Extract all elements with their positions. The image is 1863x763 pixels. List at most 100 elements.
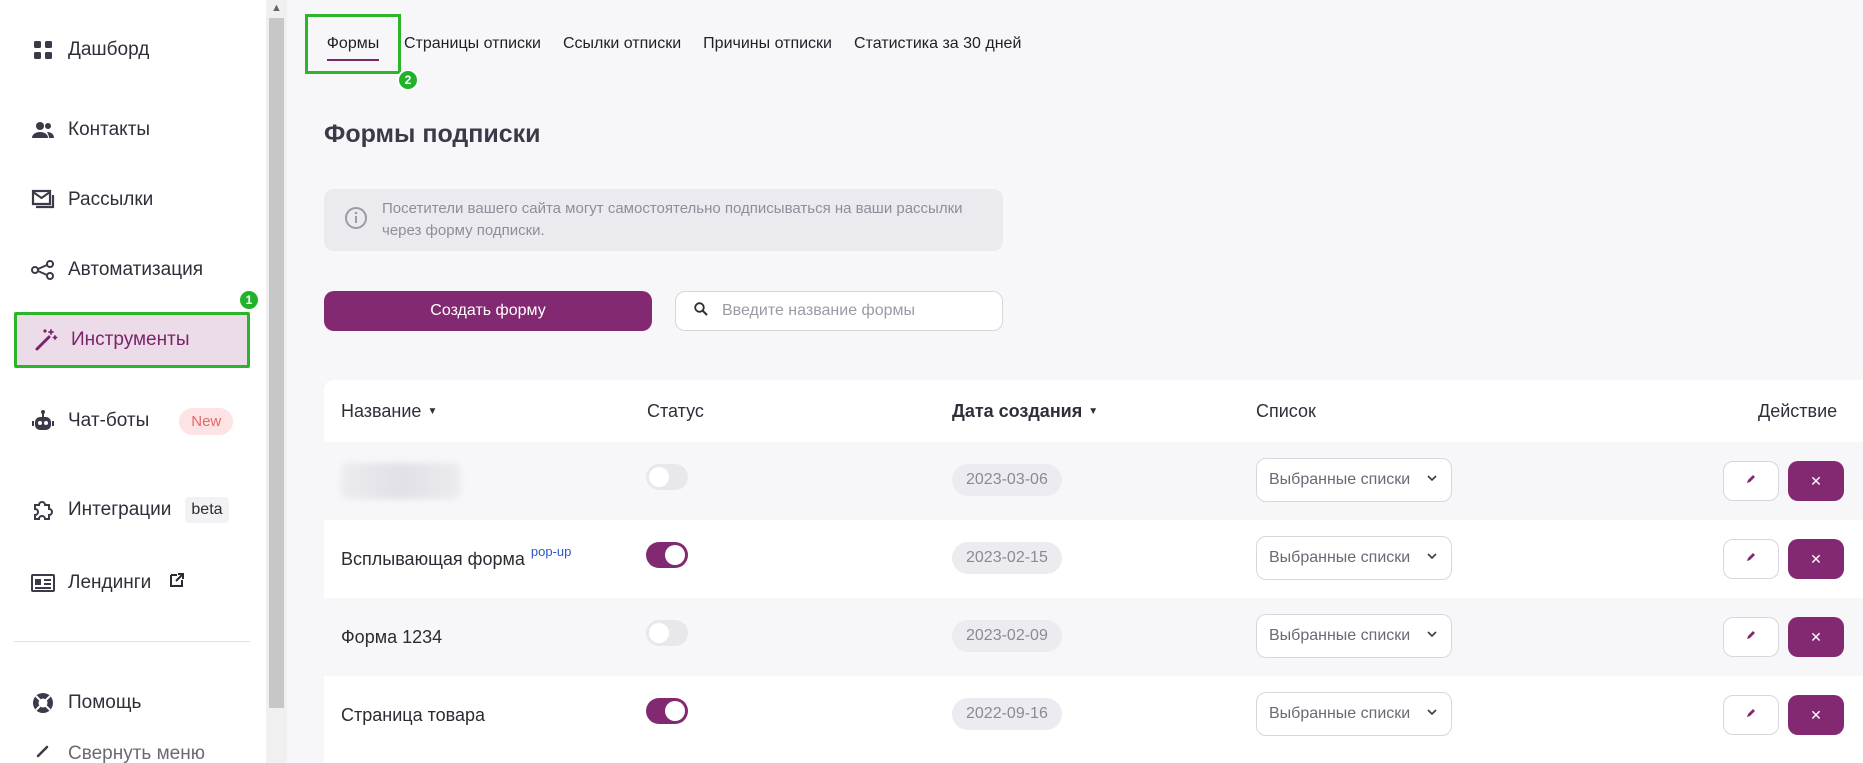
tab-statistics[interactable]: Статистика за 30 дней	[854, 35, 1021, 53]
form-name[interactable]: Всплывающая форма	[341, 549, 525, 570]
pencil-icon	[1745, 472, 1757, 490]
sidebar-item-label: Автоматизация	[68, 259, 203, 280]
column-header-created[interactable]: Дата создания ▼	[952, 380, 1098, 442]
tab-unsubscribe-reasons[interactable]: Причины отписки	[703, 35, 832, 53]
sidebar-item-integrations[interactable]: Интеграции beta	[14, 482, 250, 538]
form-name-cell: Страница товара	[341, 676, 485, 754]
search-input[interactable]	[722, 302, 992, 320]
sidebar-item-label: Свернуть меню	[68, 743, 205, 763]
sidebar-item-label: Лендинги	[68, 572, 152, 593]
table-row: Страница товара 2022-09-16 Выбранные спи…	[324, 676, 1863, 754]
page-title: Формы подписки	[324, 120, 541, 148]
dashboard-grid-icon	[30, 37, 56, 63]
chevron-down-icon	[1425, 627, 1439, 646]
sidebar-item-contacts[interactable]: Контакты	[14, 102, 250, 158]
landing-card-icon	[30, 570, 56, 596]
collapse-icon	[30, 741, 56, 763]
chevron-down-icon	[1425, 549, 1439, 568]
sidebar-item-automation[interactable]: Автоматизация	[14, 242, 250, 298]
step-marker-2: 2	[397, 69, 419, 91]
delete-button[interactable]: ✕	[1788, 461, 1844, 501]
delete-button[interactable]: ✕	[1788, 695, 1844, 735]
create-form-button[interactable]: Создать форму	[324, 291, 652, 331]
sidebar-item-dashboard[interactable]: Дашборд	[14, 22, 250, 78]
forms-table: Название ▼ Статус Дата создания ▼ Список Д…	[324, 380, 1863, 763]
automation-nodes-icon	[30, 257, 56, 283]
sidebar-scrollbar[interactable]: ▲	[266, 0, 287, 763]
list-select-value: Выбранные списки	[1269, 471, 1411, 488]
list-select[interactable]: Выбранные списки	[1256, 458, 1452, 502]
created-date: 2023-03-06	[952, 464, 1062, 496]
sidebar-item-collapse[interactable]: Свернуть меню	[14, 734, 250, 763]
status-toggle[interactable]	[646, 620, 688, 646]
delete-button[interactable]: ✕	[1788, 617, 1844, 657]
table-row: Всплывающая форма pop-up 2023-02-15 Выбр…	[324, 520, 1863, 598]
column-header-action: Действие	[1758, 380, 1837, 442]
tab-bar: Формы Страницы отписки Ссылки отписки Пр…	[305, 14, 1043, 74]
edit-button[interactable]	[1723, 617, 1779, 657]
edit-button[interactable]	[1723, 539, 1779, 579]
external-link-icon	[169, 572, 185, 594]
list-select-value: Выбранные списки	[1269, 549, 1411, 566]
pencil-icon	[1745, 706, 1757, 724]
pencil-icon	[1745, 550, 1757, 568]
form-name-cell: Форма 1234	[341, 598, 442, 676]
created-date: 2023-02-15	[952, 542, 1062, 574]
header-label: Название	[341, 400, 422, 421]
info-icon	[344, 206, 368, 235]
form-name[interactable]: Страница товара	[341, 705, 485, 726]
sidebar-item-label: Контакты	[68, 119, 151, 140]
blurred-form-name	[341, 463, 461, 499]
edit-button[interactable]	[1723, 695, 1779, 735]
close-icon: ✕	[1810, 706, 1822, 723]
chevron-down-icon	[1425, 705, 1439, 724]
column-header-name[interactable]: Название ▼	[341, 380, 437, 442]
delete-button[interactable]: ✕	[1788, 539, 1844, 579]
column-header-list: Список	[1256, 380, 1316, 442]
list-select[interactable]: Выбранные списки	[1256, 692, 1452, 736]
status-toggle[interactable]	[646, 698, 688, 724]
sidebar-item-help[interactable]: Помощь	[14, 675, 250, 731]
sidebar-item-mailings[interactable]: Рассылки	[14, 172, 250, 228]
search-box	[675, 291, 1003, 331]
sidebar-item-label: Интеграции	[68, 499, 172, 520]
list-select[interactable]: Выбранные списки	[1256, 614, 1452, 658]
status-toggle[interactable]	[646, 464, 688, 490]
table-row: Форма 1234 2023-02-09 Выбранные списки ✕	[324, 598, 1863, 676]
form-name-cell: Всплывающая форма pop-up	[341, 520, 571, 598]
header-label: Дата создания	[952, 400, 1083, 421]
table-row: 2023-03-06 Выбранные списки ✕	[324, 442, 1863, 520]
sidebar-item-landings[interactable]: Лендинги	[14, 555, 250, 611]
sidebar-item-label: Чат-боты	[68, 410, 150, 431]
tab-unsubscribe-pages[interactable]: Страницы отписки	[404, 35, 541, 53]
lifebuoy-icon	[30, 690, 56, 716]
sort-caret-icon: ▼	[427, 405, 438, 417]
search-icon	[694, 301, 708, 321]
header-label: Статус	[647, 400, 704, 421]
scrollbar-thumb[interactable]	[269, 18, 284, 708]
sidebar-item-chatbots[interactable]: Чат-боты New	[14, 393, 250, 449]
sidebar: Дашборд Контакты Рассылки Автоматизация …	[0, 0, 266, 763]
created-date: 2023-02-09	[952, 620, 1062, 652]
tab-forms-highlight: Формы	[305, 14, 401, 74]
info-text: Посетители вашего сайта могут самостояте…	[382, 200, 963, 239]
header-label: Список	[1256, 400, 1316, 421]
scroll-up-arrow-icon[interactable]: ▲	[271, 2, 282, 14]
edit-button[interactable]	[1723, 461, 1779, 501]
contacts-people-icon	[30, 117, 56, 143]
sort-caret-icon: ▼	[1088, 405, 1099, 417]
status-toggle[interactable]	[646, 542, 688, 568]
sidebar-item-label: Инструменты	[71, 329, 190, 350]
tab-forms[interactable]: Формы	[327, 35, 379, 53]
robot-icon	[30, 408, 56, 434]
tab-unsubscribe-links[interactable]: Ссылки отписки	[563, 35, 681, 53]
sidebar-item-tools[interactable]: Инструменты	[14, 312, 250, 368]
pencil-icon	[1745, 628, 1757, 646]
sidebar-item-label: Помощь	[68, 692, 142, 713]
created-date: 2022-09-16	[952, 698, 1062, 730]
form-name[interactable]: Форма 1234	[341, 627, 442, 648]
header-label: Действие	[1758, 400, 1838, 421]
close-icon: ✕	[1810, 550, 1822, 567]
list-select[interactable]: Выбранные списки	[1256, 536, 1452, 580]
close-icon: ✕	[1810, 472, 1822, 489]
